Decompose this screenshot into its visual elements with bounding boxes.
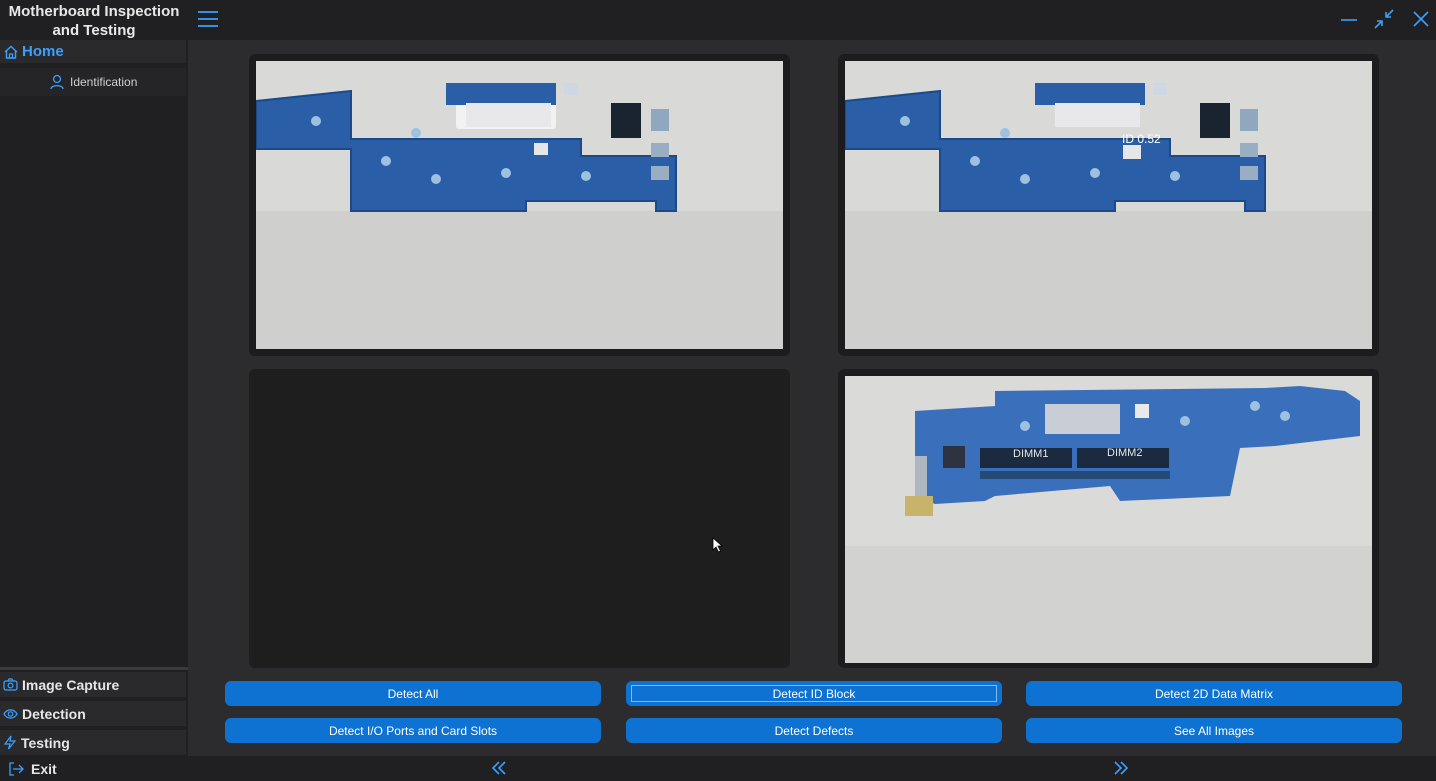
sidebar: Motherboard Inspection and Testing Home … xyxy=(0,0,188,781)
sidebar-item-image-capture-label: Image Capture xyxy=(22,676,120,693)
sidebar-item-detection[interactable]: Detection xyxy=(0,701,186,726)
detect-defects-button[interactable]: Detect Defects xyxy=(626,718,1002,743)
sidebar-item-testing-label: Testing xyxy=(21,734,70,751)
exit-label: Exit xyxy=(31,760,57,777)
title-bar xyxy=(188,0,1436,40)
image-panel-top-right: ID 0.52 xyxy=(838,54,1379,356)
image-panel-top-left xyxy=(249,54,790,356)
sidebar-item-home[interactable]: Home xyxy=(0,40,186,63)
detect-io-ports-label: Detect I/O Ports and Card Slots xyxy=(328,723,498,738)
restore-icon[interactable] xyxy=(1373,8,1395,30)
detect-all-label: Detect All xyxy=(387,686,439,701)
mouse-cursor-icon xyxy=(712,537,724,553)
detect-defects-label: Detect Defects xyxy=(774,723,854,738)
exit-icon xyxy=(9,761,24,776)
camera-icon xyxy=(3,678,18,691)
app-title-line1: Motherboard Inspection xyxy=(8,3,180,20)
detect-io-ports-button[interactable]: Detect I/O Ports and Card Slots xyxy=(225,718,601,743)
image-panel-empty xyxy=(249,369,790,668)
eye-icon xyxy=(3,708,18,719)
bolt-icon xyxy=(3,735,17,750)
see-all-images-label: See All Images xyxy=(1173,723,1255,738)
detect-id-block-button[interactable]: Detect ID Block xyxy=(626,681,1002,706)
sidebar-item-home-label: Home xyxy=(22,43,64,60)
menu-icon[interactable] xyxy=(197,10,219,28)
detect-id-block-label: Detect ID Block xyxy=(772,686,856,701)
sidebar-item-image-capture[interactable]: Image Capture xyxy=(0,672,186,697)
exit-button[interactable]: Exit xyxy=(0,756,188,781)
chevron-double-right-icon[interactable] xyxy=(1111,758,1131,778)
app-title: Motherboard Inspection and Testing xyxy=(0,2,188,40)
see-all-images-button[interactable]: See All Images xyxy=(1026,718,1402,743)
app-title-line2: and Testing xyxy=(52,22,136,39)
divider xyxy=(0,667,188,670)
dimm2-label: DIMM2 xyxy=(1107,447,1142,459)
dimm1-label: DIMM1 xyxy=(1013,448,1048,460)
detect-2d-data-matrix-button[interactable]: Detect 2D Data Matrix xyxy=(1026,681,1402,706)
motherboard-image-top xyxy=(256,61,783,349)
sidebar-item-testing[interactable]: Testing xyxy=(0,730,186,755)
detect-all-button[interactable]: Detect All xyxy=(225,681,601,706)
motherboard-image-identified: ID 0.52 xyxy=(845,61,1372,349)
chevron-double-left-icon[interactable] xyxy=(489,758,509,778)
close-icon[interactable] xyxy=(1410,8,1432,30)
detect-2d-data-matrix-label: Detect 2D Data Matrix xyxy=(1154,686,1274,701)
sidebar-item-identification[interactable]: Identification xyxy=(0,68,186,96)
id-detection-label: ID 0.52 xyxy=(1122,132,1161,146)
sidebar-item-detection-label: Detection xyxy=(22,705,86,722)
minimize-icon[interactable] xyxy=(1338,8,1360,30)
motherboard-image-front: DIMM1 DIMM2 xyxy=(845,376,1372,663)
bottom-bar xyxy=(188,756,1436,781)
home-icon xyxy=(4,45,18,59)
user-icon xyxy=(50,74,64,90)
sidebar-item-identification-label: Identification xyxy=(70,75,138,89)
image-panel-bottom-right: DIMM1 DIMM2 xyxy=(838,369,1379,668)
